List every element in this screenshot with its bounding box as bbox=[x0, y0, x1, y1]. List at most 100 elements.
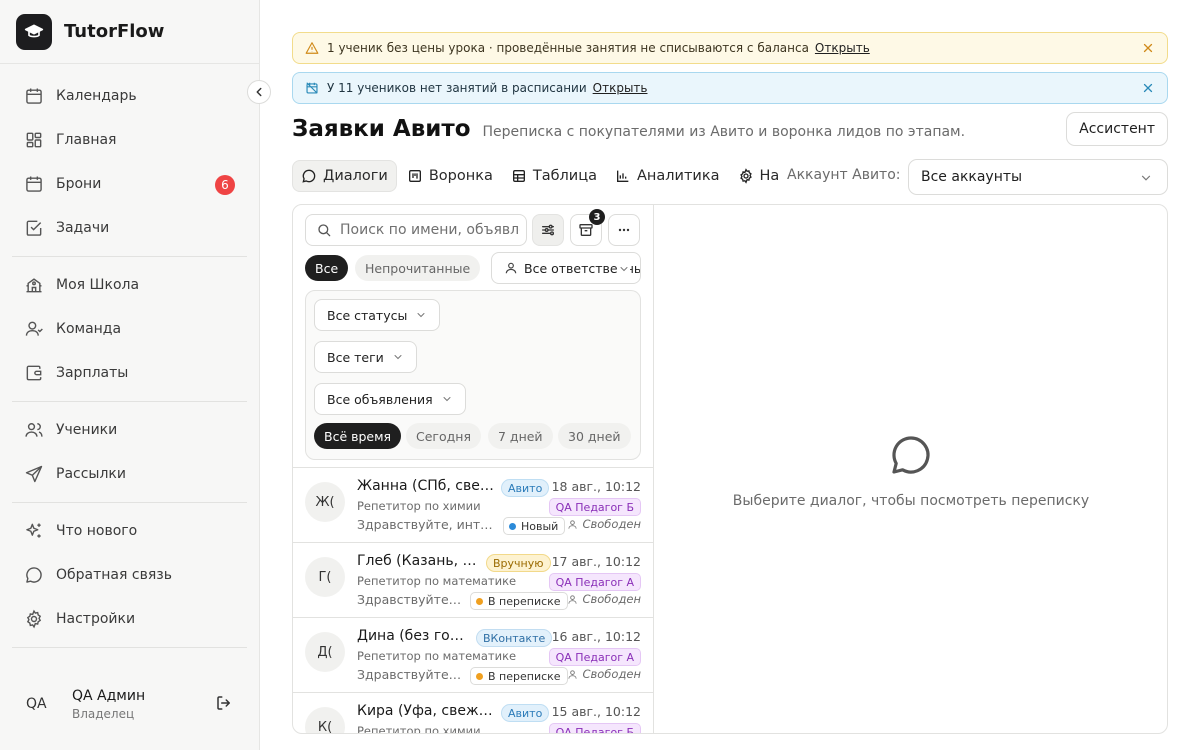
list-item[interactable]: Г( Глеб (Казань, повтор) Вручную 17 авг.… bbox=[293, 542, 653, 617]
chat-icon bbox=[301, 168, 317, 184]
period-chip-30-days[interactable]: 30 дней bbox=[558, 423, 631, 449]
archive-button[interactable]: 3 bbox=[570, 209, 605, 246]
search-icon bbox=[316, 222, 332, 238]
sidebar-item-label: Задачи bbox=[56, 220, 110, 236]
assignee-label: Свободен bbox=[567, 667, 641, 681]
tab-dialogs[interactable]: Диалоги bbox=[292, 160, 397, 192]
conversation-name: Жанна (СПб, свежий) bbox=[357, 478, 495, 494]
source-badge: Авито bbox=[501, 704, 550, 722]
tags-filter-select[interactable]: Все теги bbox=[314, 341, 417, 373]
sidebar-item-home[interactable]: Главная bbox=[12, 118, 247, 162]
table-icon bbox=[511, 168, 527, 184]
archive-icon bbox=[579, 224, 593, 236]
chip-unread[interactable]: Непрочитанные bbox=[355, 255, 481, 281]
sidebar-item-label: Зарплаты bbox=[56, 365, 129, 381]
conversation-subject: Репетитор по математике bbox=[357, 649, 517, 663]
sidebar-item-mailings[interactable]: Рассылки bbox=[12, 452, 247, 496]
account-select[interactable]: Все аккаунты bbox=[908, 159, 1168, 195]
chevron-down-icon bbox=[392, 351, 404, 363]
conversation-subject: Репетитор по химии bbox=[357, 499, 481, 513]
source-badge: Вручную bbox=[486, 554, 551, 572]
send-icon bbox=[24, 464, 44, 484]
user-icon bbox=[24, 319, 44, 339]
search-field[interactable] bbox=[340, 222, 520, 238]
sidebar: TutorFlow Календарь Главная Брони 6 Зада… bbox=[0, 0, 260, 750]
chevron-down-icon bbox=[415, 309, 427, 321]
chevron-down-icon bbox=[441, 393, 453, 405]
page-title: Заявки Авито bbox=[292, 116, 471, 142]
collapse-sidebar-button[interactable] bbox=[247, 80, 271, 104]
chevron-down-icon bbox=[1139, 171, 1153, 185]
tags-filter-value: Все теги bbox=[327, 349, 384, 365]
sidebar-item-tasks[interactable]: Задачи bbox=[12, 206, 247, 250]
search-input[interactable] bbox=[305, 214, 527, 246]
sidebar-item-school[interactable]: Моя Школа bbox=[12, 263, 247, 307]
responsible-select[interactable]: Все ответственные bbox=[491, 252, 641, 284]
school-icon bbox=[24, 275, 44, 295]
tab-analytics[interactable]: Аналитика bbox=[607, 160, 728, 192]
list-item[interactable]: К( Кира (Уфа, свежий) Авито 15 авг., 10:… bbox=[293, 692, 653, 733]
sidebar-item-label: Что нового bbox=[56, 523, 138, 539]
sidebar-item-salaries[interactable]: Зарплаты bbox=[12, 351, 247, 395]
user-role: Владелец bbox=[72, 706, 135, 721]
conversation-name: Дина (без города) bbox=[357, 628, 469, 644]
calendar-icon bbox=[24, 174, 44, 194]
sidebar-item-calendar[interactable]: Календарь bbox=[12, 74, 247, 118]
page-header: Заявки Авито Переписка с покупателями из… bbox=[292, 112, 1168, 146]
calendar-icon bbox=[24, 86, 44, 106]
bookings-count-badge: 6 bbox=[215, 175, 235, 195]
status-filter-select[interactable]: Все статусы bbox=[314, 299, 441, 331]
more-options-button[interactable] bbox=[608, 214, 640, 246]
tab-label: Настройки bbox=[759, 168, 780, 184]
sidebar-item-label: Рассылки bbox=[56, 466, 126, 482]
period-chip-today[interactable]: Сегодня bbox=[406, 423, 481, 449]
wallet-icon bbox=[24, 363, 44, 383]
warning-banner-text: 1 ученик без цены урока · проведённые за… bbox=[327, 41, 809, 55]
chat-bubble-icon bbox=[887, 431, 935, 479]
sidebar-item-label: Календарь bbox=[56, 88, 137, 104]
list-item[interactable]: Д( Дина (без города) ВКонтакте 16 авг., … bbox=[293, 617, 653, 692]
account-select-value: Все аккаунты bbox=[921, 169, 1023, 185]
assistant-button[interactable]: Ассистент bbox=[1066, 112, 1168, 146]
ads-filter-select[interactable]: Все объявления bbox=[314, 383, 466, 415]
sidebar-item-label: Моя Школа bbox=[56, 277, 140, 293]
close-icon[interactable] bbox=[1141, 41, 1155, 55]
tab-funnel[interactable]: Воронка bbox=[399, 160, 501, 192]
divider bbox=[12, 502, 247, 503]
sidebar-item-bookings[interactable]: Брони 6 bbox=[12, 162, 247, 206]
message-icon bbox=[24, 565, 44, 585]
gear-icon bbox=[738, 168, 754, 184]
logout-icon[interactable] bbox=[215, 694, 233, 712]
sidebar-item-feedback[interactable]: Обратная связь bbox=[12, 553, 247, 597]
period-chip-7-days[interactable]: 7 дней bbox=[488, 423, 553, 449]
user-icon bbox=[567, 669, 578, 680]
bar-chart-icon bbox=[615, 168, 631, 184]
user-icon bbox=[567, 519, 578, 530]
period-chip-all-time[interactable]: Всё время bbox=[314, 423, 402, 449]
teacher-badge: QA Педагог Б bbox=[548, 498, 641, 516]
account-label: Аккаунт Авито: bbox=[787, 167, 901, 183]
sidebar-item-label: Команда bbox=[56, 321, 122, 337]
sidebar-item-settings[interactable]: Настройки bbox=[12, 597, 247, 641]
info-banner-open-link[interactable]: Открыть bbox=[593, 81, 648, 95]
sidebar-item-label: Настройки bbox=[56, 611, 136, 627]
warning-banner-open-link[interactable]: Открыть bbox=[815, 41, 870, 55]
sidebar-item-team[interactable]: Команда bbox=[12, 307, 247, 351]
dialogs-panel: 3 Все Непрочитанные Все ответственные Вс… bbox=[292, 204, 1168, 734]
conversation-name: Глеб (Казань, повтор) bbox=[357, 553, 479, 569]
archive-count-badge: 3 bbox=[589, 209, 605, 225]
graduation-cap-icon bbox=[16, 13, 52, 50]
tab-settings[interactable]: Настройки bbox=[730, 160, 780, 192]
sidebar-item-students[interactable]: Ученики bbox=[12, 408, 247, 452]
check-square-icon bbox=[24, 218, 44, 238]
status-badge: Новый bbox=[503, 517, 566, 535]
sliders-icon bbox=[542, 224, 554, 236]
tab-table[interactable]: Таблица bbox=[503, 160, 605, 192]
close-icon[interactable] bbox=[1141, 81, 1155, 95]
sidebar-item-whats-new[interactable]: Что нового bbox=[12, 509, 247, 553]
more-horizontal-icon bbox=[618, 228, 630, 232]
user-profile[interactable]: QA QA Админ Владелец bbox=[0, 672, 259, 736]
filter-toggle-button[interactable] bbox=[532, 214, 564, 246]
chip-all[interactable]: Все bbox=[305, 255, 349, 281]
list-item[interactable]: Ж( Жанна (СПб, свежий) Авито 18 авг., 10… bbox=[293, 467, 653, 542]
